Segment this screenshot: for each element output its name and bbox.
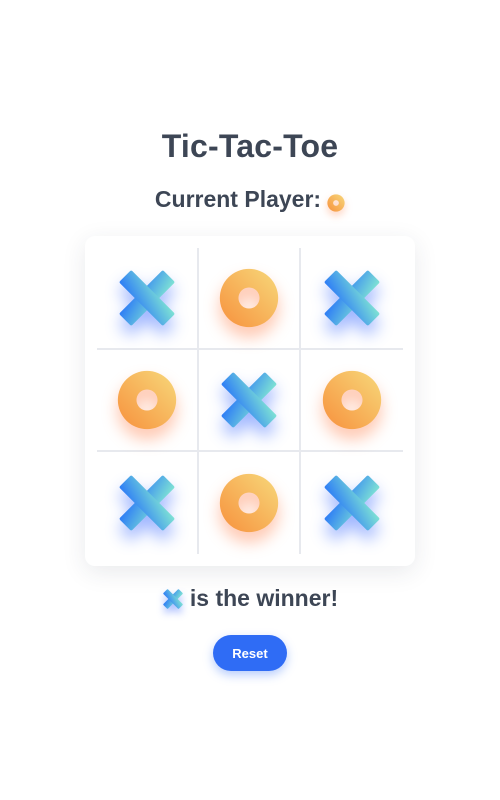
- board-cell-1-0[interactable]: [97, 350, 199, 452]
- x-mark-icon: [321, 472, 383, 534]
- winner-message: is the winner!: [0, 585, 500, 612]
- x-mark-icon: [116, 267, 178, 329]
- board-cell-0-2[interactable]: [301, 248, 403, 350]
- x-mark-icon: [116, 472, 178, 534]
- board-cell-2-1[interactable]: [199, 452, 301, 554]
- o-mark-icon: [218, 267, 280, 329]
- winner-text: is the winner!: [189, 585, 339, 611]
- game-board: [97, 248, 403, 554]
- board-cell-1-2[interactable]: [301, 350, 403, 452]
- x-mark-icon: [321, 267, 383, 329]
- board-cell-2-2[interactable]: [301, 452, 403, 554]
- game-board-card: [85, 236, 415, 566]
- current-player-o-icon: [327, 191, 345, 212]
- winner-x-icon: [162, 588, 184, 610]
- o-mark-icon: [116, 369, 178, 431]
- current-player-label: Current Player:: [154, 186, 322, 212]
- board-cell-1-1[interactable]: [199, 350, 301, 452]
- reset-button[interactable]: Reset: [213, 635, 287, 671]
- o-mark-icon: [218, 472, 280, 534]
- x-mark-icon: [218, 369, 280, 431]
- game-title: Tic-Tac-Toe: [161, 128, 339, 164]
- o-mark-icon: [321, 369, 383, 431]
- tic-tac-toe-app: Tic-Tac-Toe Current Player: is the winne…: [0, 0, 500, 800]
- board-cell-2-0[interactable]: [97, 452, 199, 554]
- current-player-indicator: Current Player:: [0, 186, 500, 213]
- board-cell-0-0[interactable]: [97, 248, 199, 350]
- board-cell-0-1[interactable]: [199, 248, 301, 350]
